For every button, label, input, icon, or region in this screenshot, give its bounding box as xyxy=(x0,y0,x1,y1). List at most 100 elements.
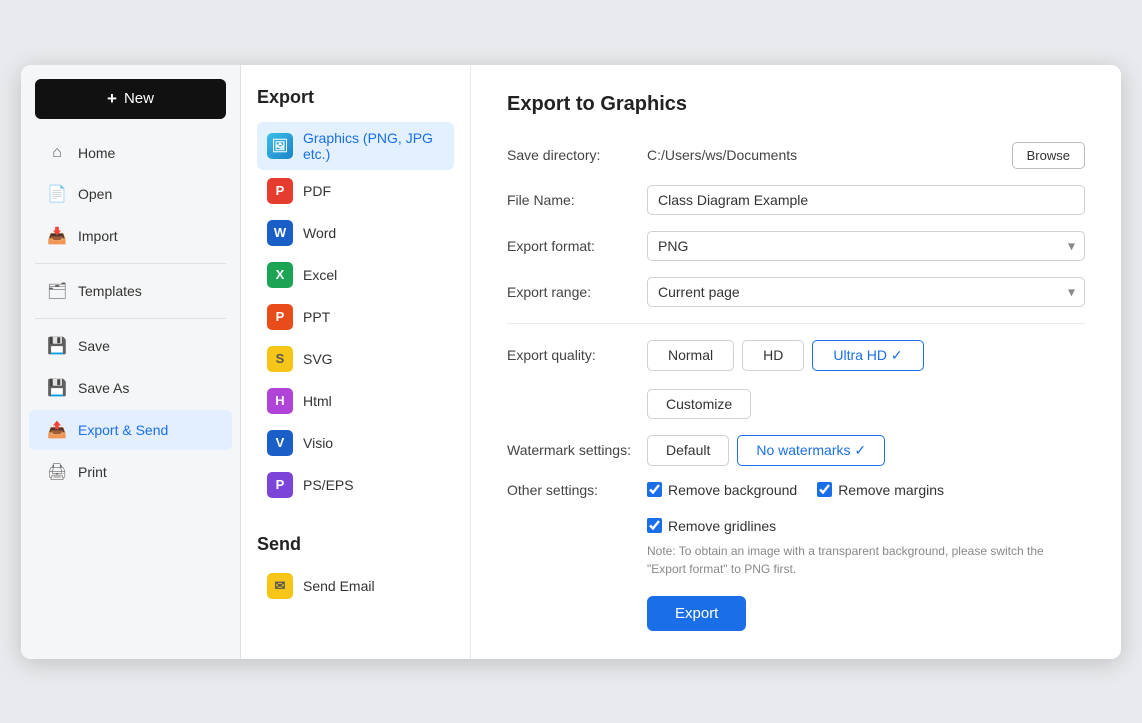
export-item-label: Graphics (PNG, JPG etc.) xyxy=(303,130,444,162)
export-item-word[interactable]: W Word xyxy=(257,212,454,254)
export-item-graphics[interactable]: 🖼 Graphics (PNG, JPG etc.) xyxy=(257,122,454,170)
save-directory-row: Save directory: C:/Users/ws/Documents Br… xyxy=(507,142,1085,169)
export-item-pdf[interactable]: P PDF xyxy=(257,170,454,212)
watermark-default-button[interactable]: Default xyxy=(647,435,729,466)
export-item-label: PDF xyxy=(303,183,331,199)
sidebar-nav: ⌂ Home 📄 Open 📥 Import 🗂 Templates xyxy=(21,129,240,497)
remove-gridlines-input[interactable] xyxy=(647,518,662,533)
export-item-excel[interactable]: X Excel xyxy=(257,254,454,296)
file-name-label: File Name: xyxy=(507,192,647,208)
export-range-row: Export range: Current page All pages Sel… xyxy=(507,277,1085,307)
sidebar-item-label: Export & Send xyxy=(78,422,168,438)
export-item-svg[interactable]: S SVG xyxy=(257,338,454,380)
other-settings-label: Other settings: xyxy=(507,482,647,498)
sidebar-item-save-as[interactable]: 💾 Save As xyxy=(29,368,232,408)
export-item-label: PS/EPS xyxy=(303,477,354,493)
customize-row: Customize xyxy=(507,381,1085,419)
save-icon: 💾 xyxy=(47,336,67,356)
svg-icon: S xyxy=(267,346,293,372)
export-item-ppt[interactable]: P PPT xyxy=(257,296,454,338)
export-heading: Export xyxy=(257,87,454,108)
file-name-value xyxy=(647,185,1085,215)
export-range-label: Export range: xyxy=(507,284,647,300)
export-quality-label: Export quality: xyxy=(507,347,647,363)
templates-icon: 🗂 xyxy=(47,281,67,301)
html-icon: H xyxy=(267,388,293,414)
export-icon: 📤 xyxy=(47,420,67,440)
export-item-html[interactable]: H Html xyxy=(257,380,454,422)
browse-button[interactable]: Browse xyxy=(1012,142,1085,169)
sidebar-item-label: Save xyxy=(78,338,110,354)
pseps-icon: P xyxy=(267,472,293,498)
sidebar-item-import[interactable]: 📥 Import xyxy=(29,216,232,256)
export-format-select[interactable]: PNG JPG BMP GIF TIFF xyxy=(647,231,1085,261)
export-format-label: Export format: xyxy=(507,238,647,254)
export-range-select[interactable]: Current page All pages Selection xyxy=(647,277,1085,307)
new-button[interactable]: + New xyxy=(35,79,226,119)
file-name-input[interactable] xyxy=(647,185,1085,215)
sidebar-item-print[interactable]: 🖨 Print xyxy=(29,452,232,492)
remove-background-input[interactable] xyxy=(647,482,662,497)
sidebar-item-label: Home xyxy=(78,145,115,161)
sidebar-item-templates[interactable]: 🗂 Templates xyxy=(29,271,232,311)
export-item-label: SVG xyxy=(303,351,333,367)
sidebar-item-home[interactable]: ⌂ Home xyxy=(29,134,232,172)
sidebar-item-label: Templates xyxy=(78,283,142,299)
watermark-label: Watermark settings: xyxy=(507,442,647,458)
remove-margins-checkbox[interactable]: Remove margins xyxy=(817,482,944,498)
quality-normal-button[interactable]: Normal xyxy=(647,340,734,371)
export-item-label: Word xyxy=(303,225,336,241)
remove-margins-label: Remove margins xyxy=(838,482,944,498)
sidebar-item-open[interactable]: 📄 Open xyxy=(29,174,232,214)
quality-ultrahd-button[interactable]: Ultra HD xyxy=(812,340,923,371)
excel-icon: X xyxy=(267,262,293,288)
sidebar-item-label: Print xyxy=(78,464,107,480)
checkboxes: Remove background Remove margins Remove … xyxy=(647,482,1085,534)
remove-gridlines-checkbox[interactable]: Remove gridlines xyxy=(647,518,776,534)
export-item-visio[interactable]: V Visio xyxy=(257,422,454,464)
sidebar-item-export-send[interactable]: 📤 Export & Send xyxy=(29,410,232,450)
export-range-select-wrapper: Current page All pages Selection xyxy=(647,277,1085,307)
form-divider xyxy=(507,323,1085,324)
export-format-row: Export format: PNG JPG BMP GIF TIFF xyxy=(507,231,1085,261)
email-icon: ✉ xyxy=(267,573,293,599)
quality-hd-button[interactable]: HD xyxy=(742,340,804,371)
export-item-label: Html xyxy=(303,393,332,409)
quality-buttons: Normal HD Ultra HD xyxy=(647,340,924,371)
sidebar-item-label: Save As xyxy=(78,380,129,396)
remove-background-label: Remove background xyxy=(668,482,797,498)
sidebar-item-save[interactable]: 💾 Save xyxy=(29,326,232,366)
sidebar-divider xyxy=(35,263,226,264)
export-item-pseps[interactable]: P PS/EPS xyxy=(257,464,454,506)
file-name-row: File Name: xyxy=(507,185,1085,215)
save-directory-label: Save directory: xyxy=(507,147,647,163)
page-title: Export to Graphics xyxy=(507,93,1085,116)
save-directory-value: C:/Users/ws/Documents Browse xyxy=(647,142,1085,169)
send-item-label: Send Email xyxy=(303,578,375,594)
layout: + New ⌂ Home 📄 Open 📥 Import 🗂 xyxy=(21,65,1121,659)
export-item-label: Excel xyxy=(303,267,337,283)
main-content: Export to Graphics Save directory: C:/Us… xyxy=(471,65,1121,659)
watermark-value: Default No watermarks xyxy=(647,435,1085,466)
ppt-icon: P xyxy=(267,304,293,330)
export-item-label: Visio xyxy=(303,435,333,451)
watermark-none-button[interactable]: No watermarks xyxy=(737,435,885,466)
home-icon: ⌂ xyxy=(47,144,67,162)
graphics-icon: 🖼 xyxy=(267,133,293,159)
remove-margins-input[interactable] xyxy=(817,482,832,497)
export-range-value: Current page All pages Selection xyxy=(647,277,1085,307)
remove-background-checkbox[interactable]: Remove background xyxy=(647,482,797,498)
sidebar: + New ⌂ Home 📄 Open 📥 Import 🗂 xyxy=(21,65,241,659)
watermark-buttons: Default No watermarks xyxy=(647,435,885,466)
other-settings-value: Remove background Remove margins Remove … xyxy=(647,482,1085,534)
print-icon: 🖨 xyxy=(47,462,67,482)
customize-button[interactable]: Customize xyxy=(647,389,751,419)
save-as-icon: 💾 xyxy=(47,378,67,398)
export-button[interactable]: Export xyxy=(647,596,746,631)
file-icon: 📄 xyxy=(47,184,67,204)
send-item-email[interactable]: ✉ Send Email xyxy=(257,565,454,607)
other-settings-row: Other settings: Remove background Remove… xyxy=(507,482,1085,534)
send-section: Send ✉ Send Email xyxy=(257,534,454,607)
send-heading: Send xyxy=(257,534,454,555)
plus-icon: + xyxy=(107,89,117,109)
